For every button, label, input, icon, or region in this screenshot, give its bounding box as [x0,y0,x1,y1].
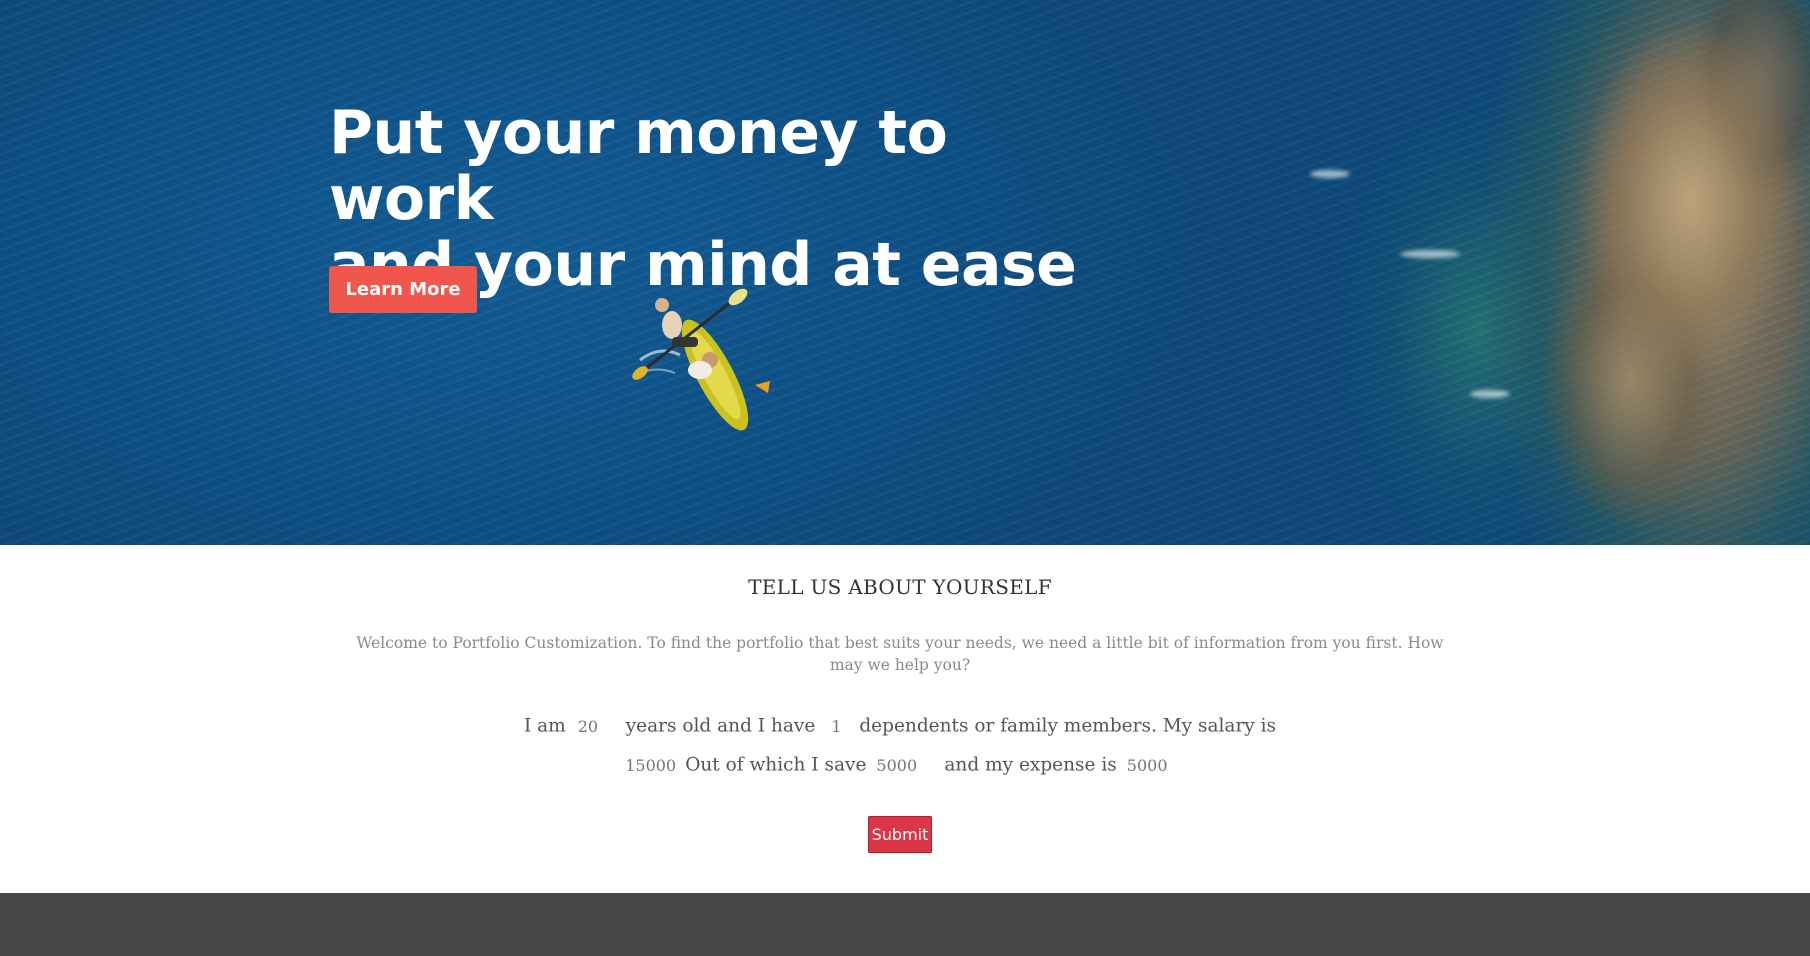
footer [0,893,1810,956]
kayak-image [620,285,790,445]
profile-sentence-line-1: I am years old and I have dependents or fa… [0,715,1800,737]
dependents-input[interactable] [831,716,852,736]
label-dependents: dependents or family members. My salary … [859,715,1277,737]
expense-input[interactable] [1126,755,1175,775]
age-input[interactable] [577,716,620,736]
section-heading: TELL US ABOUT YOURSELF [748,575,1052,599]
intro-text: Welcome to Portfolio Customization. To f… [356,634,1444,674]
learn-more-button[interactable]: Learn More [329,266,477,313]
profile-sentence-line-2: Out of which I save and my expense is [0,754,1800,776]
foam [1400,250,1460,258]
foam [1470,390,1510,398]
rock-cliff-image [1330,0,1810,545]
salary-input[interactable] [625,755,678,775]
submit-button[interactable]: Submit [868,816,932,853]
label-i-am: I am [523,715,566,737]
label-save: Out of which I save [685,754,867,776]
savings-input[interactable] [876,755,933,775]
label-years-old: years old and I have [625,715,816,737]
label-expense: and my expense is [944,754,1117,776]
foam [1310,170,1350,178]
hero-banner: Put your money to work and your mind at … [0,0,1810,545]
